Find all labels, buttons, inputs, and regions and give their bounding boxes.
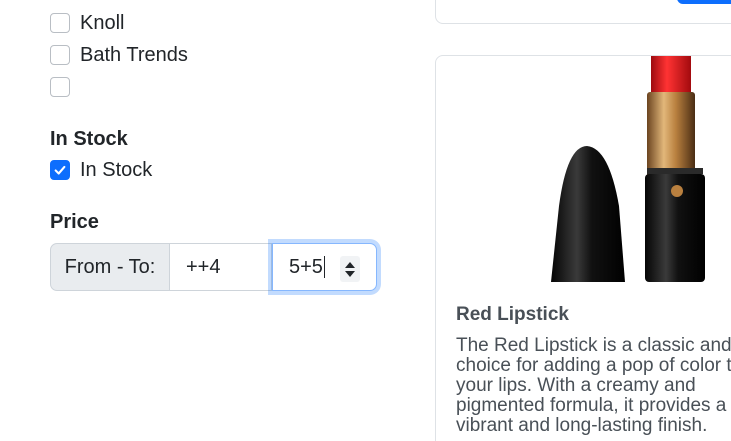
price-range-group: From - To: ++4 5+5 <box>50 243 377 291</box>
brand-knoll-label: Knoll <box>80 11 125 34</box>
brand-bath-trends-checkbox[interactable] <box>50 45 70 65</box>
price-to-value: 5+5 <box>289 255 323 278</box>
chevron-down-icon[interactable] <box>345 270 355 277</box>
number-spinner[interactable] <box>340 256 360 282</box>
product-card[interactable]: Red Lipstick The Red Lipstick is a class… <box>435 55 731 441</box>
in-stock-checkbox[interactable] <box>50 160 70 180</box>
stock-section-title: In Stock <box>50 128 128 150</box>
text-cursor <box>323 256 325 278</box>
brand-option-bath-trends[interactable]: Bath Trends <box>50 39 188 71</box>
stock-option-in-stock[interactable]: In Stock <box>50 154 152 186</box>
product-image <box>551 56 705 282</box>
product-title[interactable]: Red Lipstick <box>456 304 569 326</box>
chevron-up-icon[interactable] <box>345 261 355 268</box>
price-range-prefix: From - To: <box>50 243 170 291</box>
product-description: The Red Lipstick is a classic and choice… <box>456 335 731 436</box>
price-from-input[interactable]: ++4 <box>170 243 272 291</box>
price-section-title: Price <box>50 211 99 233</box>
brand-unlabeled-checkbox[interactable] <box>50 77 70 97</box>
in-stock-label: In Stock <box>80 158 153 181</box>
brand-option-knoll[interactable]: Knoll <box>50 7 124 39</box>
checkmark-icon <box>54 165 66 175</box>
brand-knoll-checkbox[interactable] <box>50 13 70 33</box>
previous-card-button[interactable] <box>677 0 731 4</box>
price-to-input[interactable]: 5+5 <box>272 243 377 291</box>
brand-option-unlabeled[interactable] <box>50 71 80 103</box>
brand-bath-trends-label: Bath Trends <box>80 43 188 66</box>
